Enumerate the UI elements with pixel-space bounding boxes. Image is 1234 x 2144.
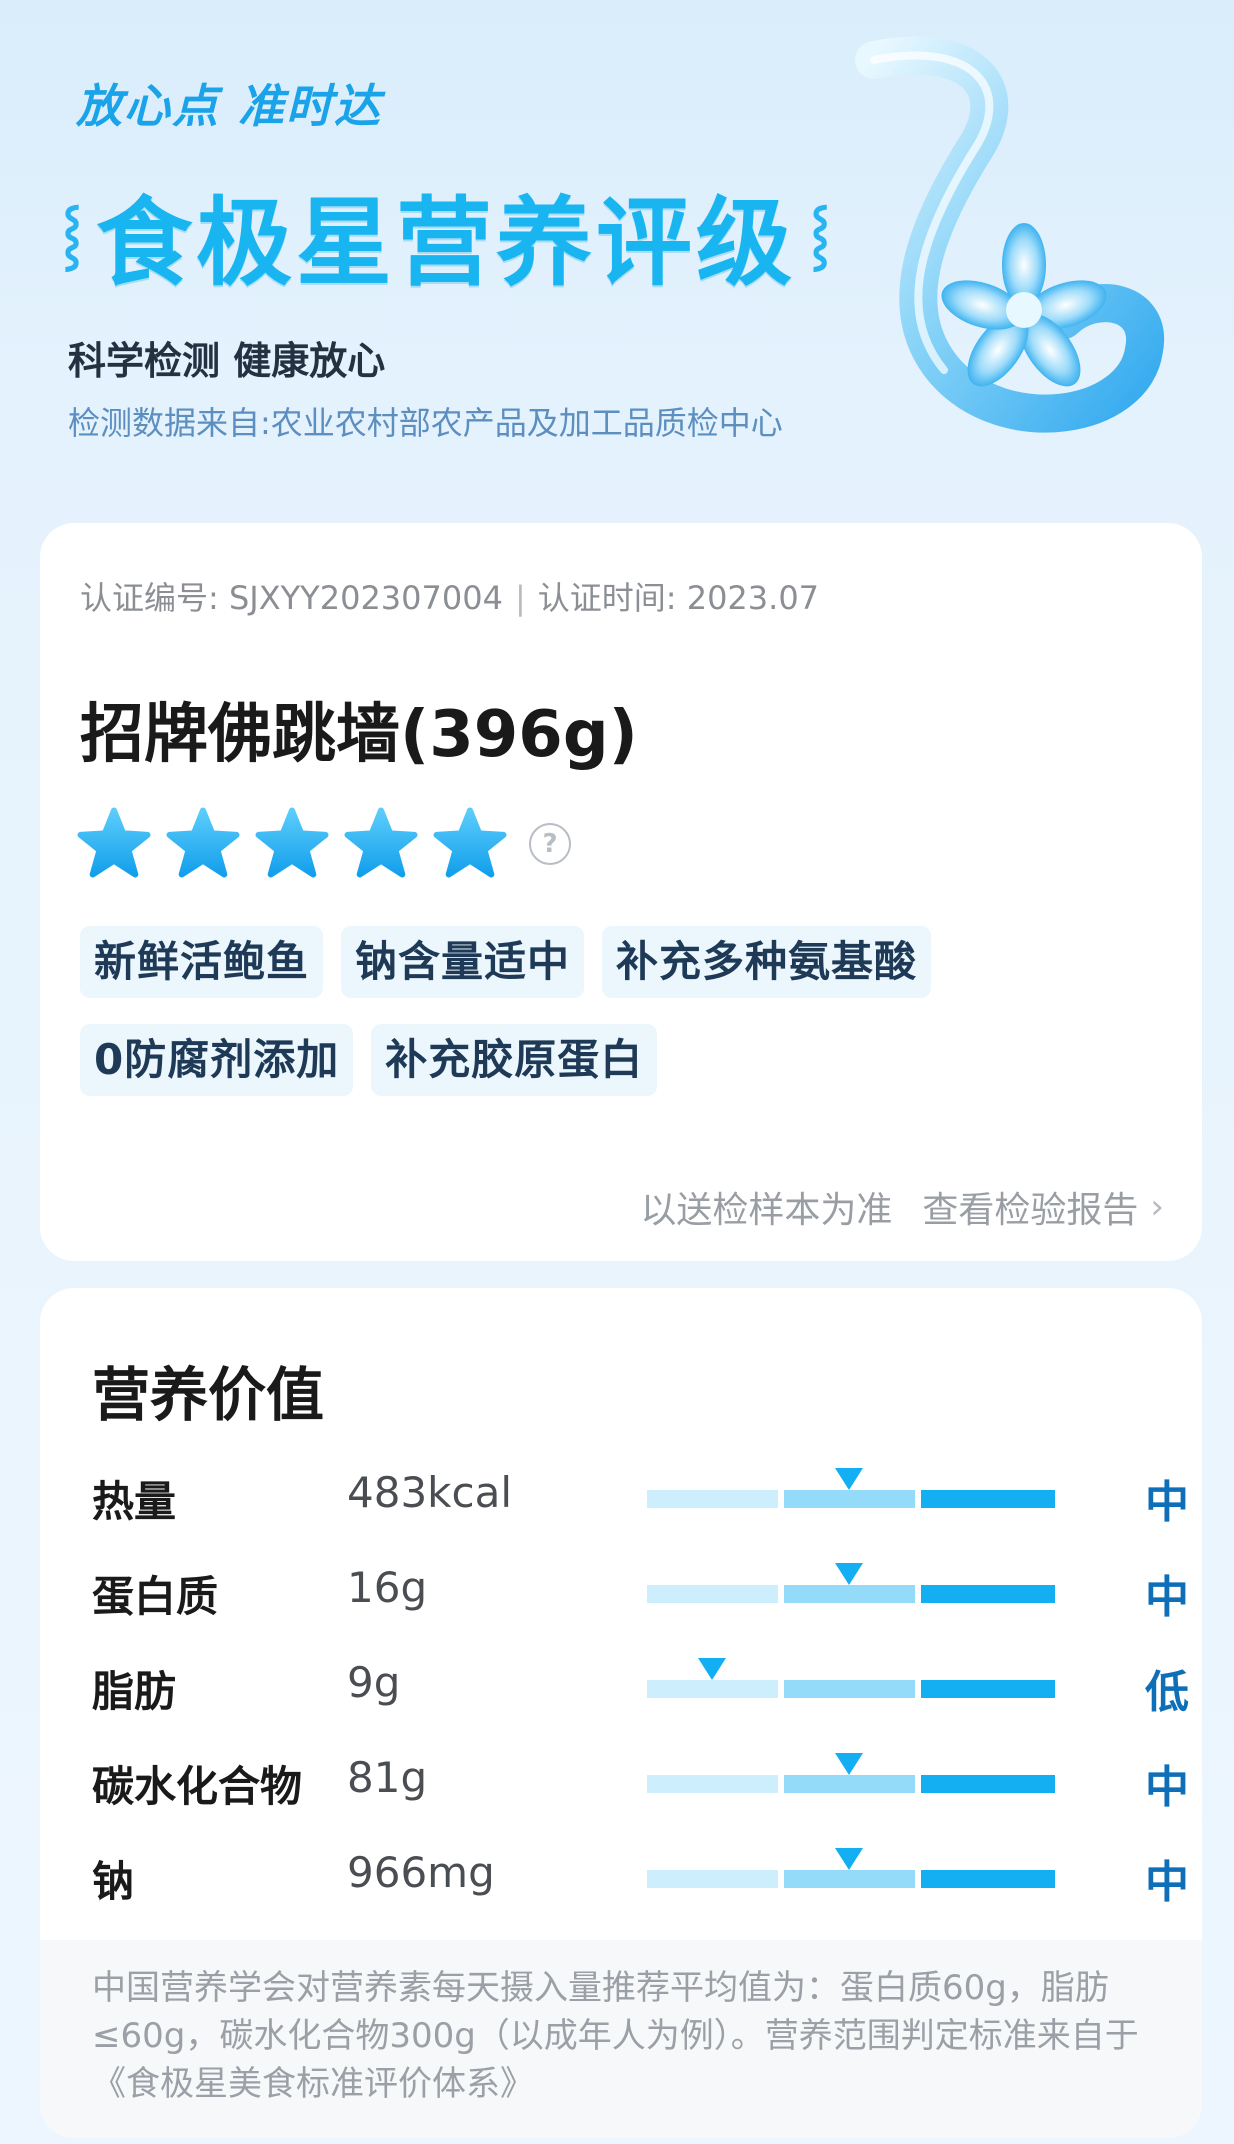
nutrition-row: 脂肪 9g 低	[92, 1638, 1189, 1733]
level-bar	[647, 1753, 1055, 1793]
level-segment-low	[647, 1775, 778, 1793]
slogan: 放心点 准时达	[76, 79, 383, 133]
feature-tags: 新鲜活鲍鱼 钠含量适中 补充多种氨基酸 0防腐剂添加 补充胶原蛋白	[80, 926, 1160, 1122]
level-segment-mid	[784, 1870, 915, 1888]
nutrient-name: 热量	[92, 1477, 177, 1526]
level-segment-mid	[784, 1680, 915, 1698]
feature-tag: 钠含量适中	[341, 926, 585, 998]
nutrient-name: 蛋白质	[92, 1572, 219, 1621]
chevron-right-icon[interactable]: ›	[1150, 1187, 1164, 1227]
nutrition-list: 热量 483kcal 中蛋白质 16g 中脂肪 9g 低碳水化合物 81g 中钠 966mg 中	[92, 1448, 1189, 1923]
level-segment-mid	[784, 1775, 915, 1793]
star-icon	[433, 807, 507, 878]
brand-swirl-logo	[855, 36, 1165, 433]
cert-time: 认证时间: 2023.07	[537, 579, 820, 617]
left-wave-decoration: ⸾	[62, 201, 83, 267]
nutrient-name: 碳水化合物	[92, 1762, 303, 1811]
nutrition-footnote: 中国营养学会对营养素每天摄入量推荐平均值为：蛋白质60g，脂肪≤60g，碳水化合…	[40, 1940, 1202, 2138]
nutrient-level: 中	[1145, 1572, 1189, 1623]
view-report-link[interactable]: 查看检验报告	[922, 1181, 1138, 1233]
level-bar	[647, 1468, 1055, 1508]
certification-info: 认证编号: SJXYY202307004 | 认证时间: 2023.07	[80, 573, 819, 619]
product-name: 招牌佛跳墙(396g)	[80, 698, 638, 772]
nutrient-level: 中	[1145, 1762, 1189, 1813]
level-segment-high	[921, 1870, 1055, 1888]
level-segment-mid	[784, 1585, 915, 1603]
page-subtitle: 科学检测 健康放心	[68, 339, 386, 383]
page-title-group: ⸾ 食极星营养评级 ⸾	[62, 165, 830, 304]
nutrition-row: 钠 966mg 中	[92, 1828, 1189, 1923]
level-bar	[647, 1658, 1055, 1698]
level-bar	[647, 1848, 1055, 1888]
level-bar	[647, 1563, 1055, 1603]
right-wave-decoration: ⸾	[810, 201, 831, 267]
feature-tag: 0防腐剂添加	[80, 1024, 354, 1096]
level-marker-icon	[835, 1468, 863, 1490]
nutrient-value: 9g	[347, 1658, 401, 1707]
star-rating: ?	[76, 806, 571, 882]
level-segment-low	[647, 1585, 778, 1603]
nutrient-value: 16g	[347, 1563, 428, 1612]
nutrition-row: 热量 483kcal 中	[92, 1448, 1189, 1543]
feature-tag: 补充胶原蛋白	[371, 1024, 658, 1096]
level-segment-low	[647, 1870, 778, 1888]
level-segment-mid	[784, 1490, 915, 1508]
nutrition-card: 营养价值 热量 483kcal 中蛋白质 16g 中脂肪 9g 低碳水化合物 81g 中钠 966…	[40, 1288, 1202, 2138]
page-title: 食极星营养评级	[96, 187, 797, 299]
nutrient-level: 中	[1145, 1477, 1189, 1528]
report-line: 以送检样本为准 查看检验报告 ›	[640, 1181, 1164, 1233]
level-marker-icon	[698, 1658, 726, 1680]
level-segment-low	[647, 1680, 778, 1698]
level-segment-high	[921, 1585, 1055, 1603]
nutrient-value: 81g	[347, 1753, 428, 1802]
star-icon	[255, 807, 329, 878]
sample-note: 以送检样本为准	[640, 1190, 893, 1231]
data-source: 检测数据来自:农业农村部农产品及加工品质检中心	[68, 404, 783, 442]
level-marker-icon	[835, 1848, 863, 1870]
level-marker-icon	[835, 1563, 863, 1585]
level-segment-high	[921, 1775, 1055, 1793]
nutrient-name: 脂肪	[92, 1667, 177, 1716]
cert-separator: |	[514, 579, 526, 617]
nutrient-value: 966mg	[347, 1848, 495, 1897]
feature-tag: 补充多种氨基酸	[602, 926, 932, 998]
star-icon	[166, 807, 240, 878]
level-marker-icon	[835, 1753, 863, 1775]
cert-number: 认证编号: SJXYY202307004	[80, 579, 503, 617]
feature-tag: 新鲜活鲍鱼	[80, 926, 324, 998]
star-icon	[344, 807, 418, 878]
level-segment-high	[921, 1490, 1055, 1508]
level-segment-low	[647, 1490, 778, 1508]
nutrition-row: 碳水化合物 81g 中	[92, 1733, 1189, 1828]
nutrient-value: 483kcal	[347, 1468, 512, 1517]
star-icon	[77, 807, 151, 878]
nutrient-level: 低	[1145, 1667, 1189, 1718]
nutrient-name: 钠	[92, 1857, 135, 1906]
level-segment-high	[921, 1680, 1055, 1698]
nutrition-row: 蛋白质 16g 中	[92, 1543, 1189, 1638]
question-circle-icon[interactable]: ?	[529, 823, 571, 865]
nutrition-title: 营养价值	[92, 1361, 325, 1429]
product-card: 认证编号: SJXYY202307004 | 认证时间: 2023.07 招牌佛跳墙…	[40, 523, 1202, 1261]
nutrient-level: 中	[1145, 1857, 1189, 1908]
